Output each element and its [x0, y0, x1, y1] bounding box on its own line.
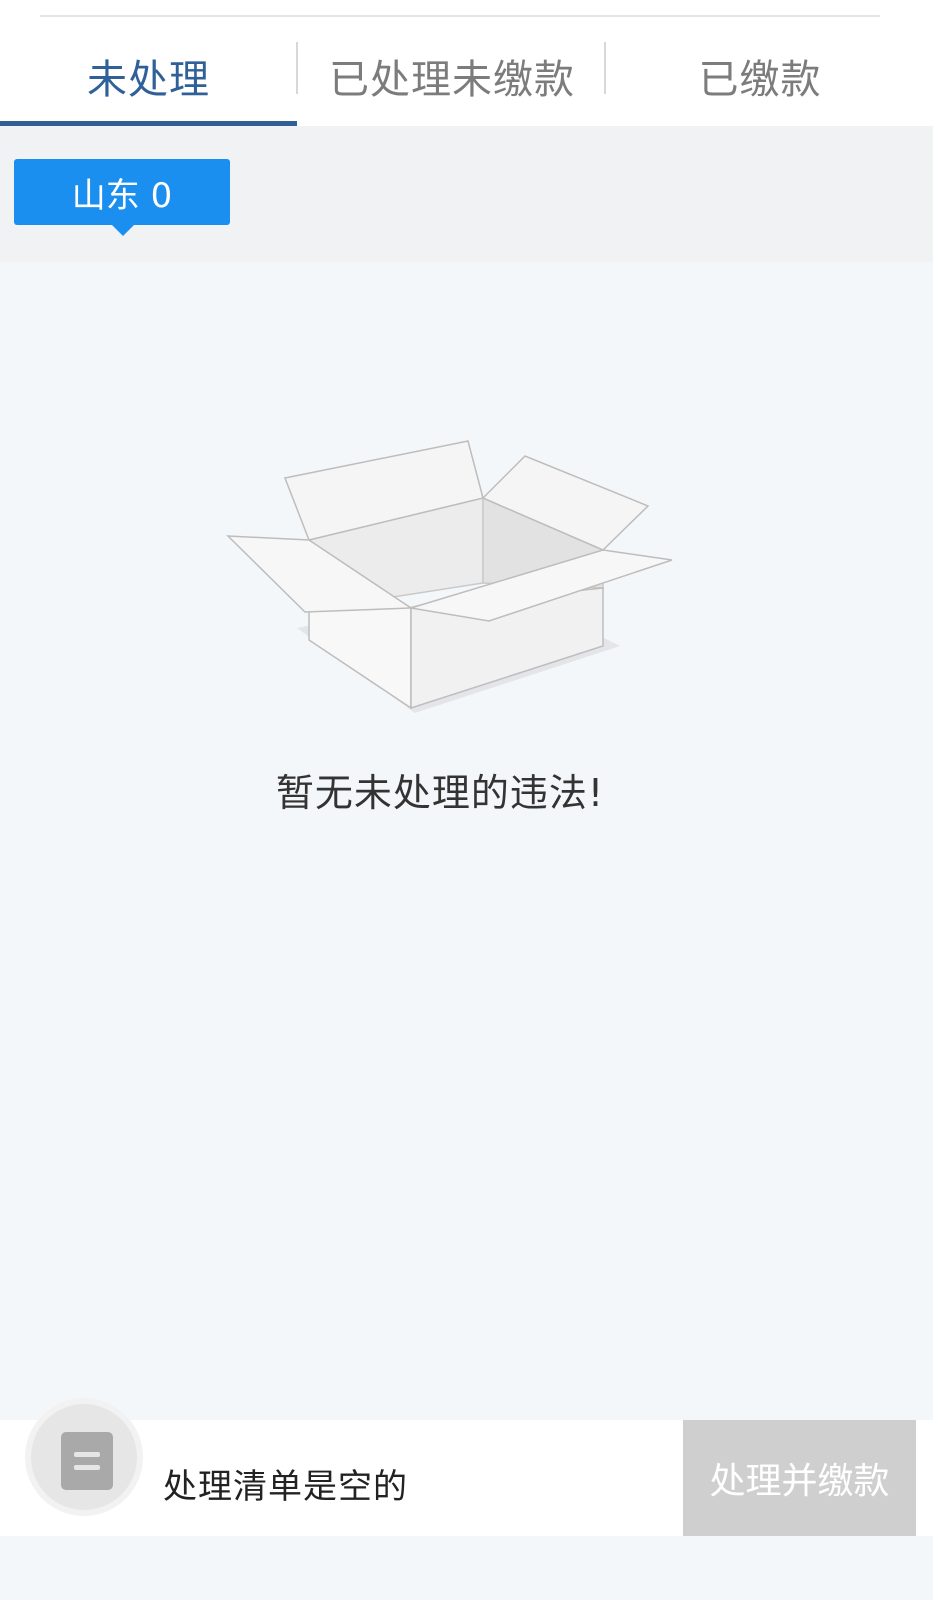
process-and-pay-button[interactable]: 处理并缴款 [683, 1420, 916, 1536]
box-front-left [308, 597, 412, 710]
tab-separator [604, 42, 606, 94]
region-chip-shandong[interactable]: 山东 0 [14, 159, 230, 236]
list-icon [61, 1432, 113, 1490]
empty-state-message: 暂无未处理的违法! [275, 771, 605, 815]
bottom-spacer [0, 1536, 933, 1600]
tab-processed-unpaid[interactable]: 已处理未缴款 [299, 30, 605, 122]
tab-paid[interactable]: 已缴款 [607, 30, 913, 122]
top-divider [40, 15, 880, 17]
open-box-icon [226, 440, 673, 713]
tab-separator [296, 42, 298, 94]
tab-bar: 未处理 已处理未缴款 已缴款 [0, 0, 933, 126]
region-filter-strip: 山东 0 [0, 126, 933, 262]
cart-button[interactable] [25, 1398, 143, 1516]
cart-status-text: 处理清单是空的 [163, 1467, 408, 1507]
violations-page: 未处理 已处理未缴款 已缴款 山东 0 暂无未处理的违法! 处理清单是空的 处理… [0, 0, 933, 1600]
tab-unprocessed[interactable]: 未处理 [0, 30, 297, 122]
